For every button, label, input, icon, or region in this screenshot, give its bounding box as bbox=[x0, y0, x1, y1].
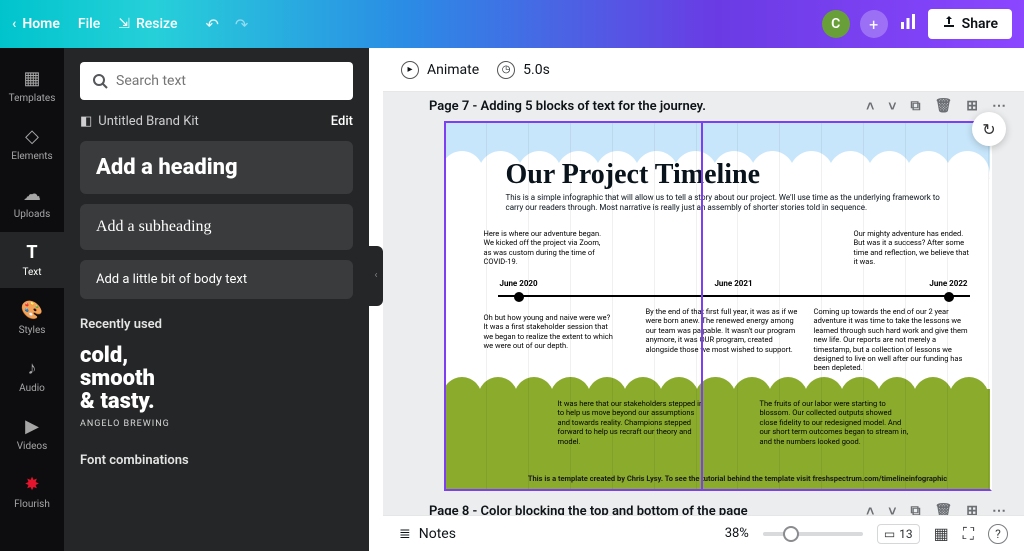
more-page-button-8[interactable]: ⋯ bbox=[992, 503, 1006, 515]
rail-styles[interactable]: 🎨Styles bbox=[0, 290, 64, 346]
page-canvas[interactable]: Our Project Timeline This is a simple in… bbox=[444, 121, 992, 491]
avatar[interactable]: C bbox=[822, 10, 850, 38]
resize-icon: ⇲ bbox=[118, 16, 130, 32]
zoom-percent[interactable]: 38% bbox=[725, 526, 749, 541]
rail-text[interactable]: TText bbox=[0, 232, 64, 288]
date-2022[interactable]: June 2022 bbox=[929, 279, 967, 288]
brandkit-edit[interactable]: Edit bbox=[331, 114, 353, 129]
duplicate-page-button[interactable]: ⧉ bbox=[910, 98, 920, 115]
rail-videos[interactable]: ▶Videos bbox=[0, 406, 64, 462]
delete-page-button-8[interactable]: 🗑 bbox=[934, 503, 952, 515]
notes-icon: ≣ bbox=[399, 526, 411, 542]
rail-flourish[interactable]: ✸Flourish bbox=[0, 464, 64, 520]
brandkit-name: Untitled Brand Kit bbox=[98, 114, 199, 129]
canvas-footer[interactable]: This is a template created by Chris Lysy… bbox=[506, 474, 970, 483]
upload-icon bbox=[942, 15, 956, 33]
page-down-button[interactable]: ˅ bbox=[888, 98, 896, 115]
notes-button[interactable]: ≣ Notes bbox=[399, 526, 456, 542]
page-duration[interactable]: ◷ 5.0s bbox=[497, 61, 550, 79]
page-down-button-8[interactable]: ˅ bbox=[888, 503, 896, 515]
undo-button[interactable]: ↶ bbox=[205, 15, 218, 34]
grid-view-button[interactable]: ▦ bbox=[934, 524, 949, 543]
page-count-button[interactable]: ▭ 13 bbox=[877, 524, 920, 544]
add-page-button-8[interactable]: ⊞ bbox=[966, 503, 978, 515]
page-up-button-8[interactable]: ˄ bbox=[866, 503, 874, 515]
delete-page-button[interactable]: 🗑 bbox=[934, 98, 952, 115]
file-menu[interactable]: File bbox=[78, 16, 100, 32]
audio-icon: ♪ bbox=[28, 358, 37, 379]
add-subheading-button[interactable]: Add a subheading bbox=[80, 204, 353, 250]
chevron-left-icon: ‹ bbox=[12, 16, 16, 32]
text-block-5[interactable]: Coming up towards the end of our 2 year … bbox=[814, 307, 974, 373]
text-block-2[interactable]: Our mighty adventure has ended. But was … bbox=[854, 229, 974, 267]
canvas-desc[interactable]: This is a simple infographic that will a… bbox=[506, 193, 950, 214]
page8-title: Page 8 - Color blocking the top and bott… bbox=[429, 504, 748, 515]
recently-used-title: Recently used bbox=[80, 317, 353, 332]
clock-icon: ◷ bbox=[497, 61, 515, 79]
panel-collapse-handle[interactable]: ‹ bbox=[369, 246, 383, 306]
videos-icon: ▶ bbox=[25, 416, 39, 437]
replay-animation-button[interactable]: ↻ bbox=[972, 112, 1006, 146]
add-heading-button[interactable]: Add a heading bbox=[80, 141, 353, 194]
refresh-icon: ↻ bbox=[982, 120, 995, 139]
search-input[interactable] bbox=[116, 73, 341, 89]
page-up-button[interactable]: ˄ bbox=[866, 98, 874, 115]
play-icon: ▸ bbox=[401, 61, 419, 79]
resize-button[interactable]: ⇲ Resize bbox=[118, 16, 177, 32]
fullscreen-button[interactable]: ⛶ bbox=[963, 524, 974, 544]
rail-audio[interactable]: ♪Audio bbox=[0, 348, 64, 404]
redo-button[interactable]: ↷ bbox=[235, 15, 248, 34]
search-icon bbox=[92, 73, 108, 89]
pages-icon: ▭ bbox=[884, 527, 895, 541]
page7-title: Page 7 - Adding 5 blocks of text for the… bbox=[429, 99, 706, 114]
animate-button[interactable]: ▸ Animate bbox=[401, 61, 479, 79]
canvas-title[interactable]: Our Project Timeline bbox=[506, 159, 950, 191]
resize-label: Resize bbox=[136, 16, 178, 32]
timeline-line[interactable]: June 2020 June 2021 June 2022 bbox=[498, 295, 970, 297]
styles-icon: 🎨 bbox=[21, 300, 43, 321]
help-button[interactable]: ? bbox=[988, 524, 1008, 544]
add-member-button[interactable]: + bbox=[860, 10, 888, 38]
search-text-wrap[interactable] bbox=[80, 62, 353, 100]
flourish-icon: ✸ bbox=[24, 474, 39, 495]
chevron-left-icon: ‹ bbox=[374, 270, 377, 281]
text-block-7[interactable]: The fruits of our labor were starting to… bbox=[760, 399, 910, 446]
add-page-button[interactable]: ⊞ bbox=[966, 98, 978, 115]
elements-icon: ◇ bbox=[25, 126, 39, 147]
home-button[interactable]: ‹ Home bbox=[12, 16, 60, 32]
share-label: Share bbox=[962, 16, 998, 32]
text-icon: T bbox=[26, 242, 37, 263]
templates-icon: ▦ bbox=[23, 68, 40, 89]
text-block-4[interactable]: By the end of that first full year, it w… bbox=[646, 307, 800, 354]
plus-icon: + bbox=[869, 15, 878, 34]
add-body-button[interactable]: Add a little bit of body text bbox=[80, 260, 353, 299]
insights-button[interactable] bbox=[898, 12, 918, 37]
rail-templates[interactable]: ▦Templates bbox=[0, 58, 64, 114]
duplicate-page-button-8[interactable]: ⧉ bbox=[910, 503, 920, 515]
palette-icon: ◧ bbox=[80, 114, 92, 129]
share-button[interactable]: Share bbox=[928, 9, 1012, 39]
home-label: Home bbox=[22, 16, 60, 32]
zoom-slider-knob[interactable] bbox=[785, 528, 797, 540]
date-2021[interactable]: June 2021 bbox=[714, 279, 752, 288]
date-2020[interactable]: June 2020 bbox=[500, 279, 538, 288]
font-combinations-title: Font combinations bbox=[80, 453, 353, 468]
font-sample-cold-smooth-tasty[interactable]: cold, smooth & tasty. ANGELO BREWING bbox=[80, 344, 353, 429]
rail-uploads[interactable]: ☁Uploads bbox=[0, 174, 64, 230]
text-block-6[interactable]: It was here that our stakeholders steppe… bbox=[558, 399, 708, 446]
text-block-1[interactable]: Here is where our adventure began. We ki… bbox=[484, 229, 604, 267]
selection-guide bbox=[701, 121, 703, 491]
text-block-3[interactable]: Oh but how young and naive were we? It w… bbox=[484, 313, 614, 351]
uploads-icon: ☁ bbox=[23, 184, 41, 205]
zoom-slider[interactable] bbox=[763, 532, 863, 536]
rail-elements[interactable]: ◇Elements bbox=[0, 116, 64, 172]
